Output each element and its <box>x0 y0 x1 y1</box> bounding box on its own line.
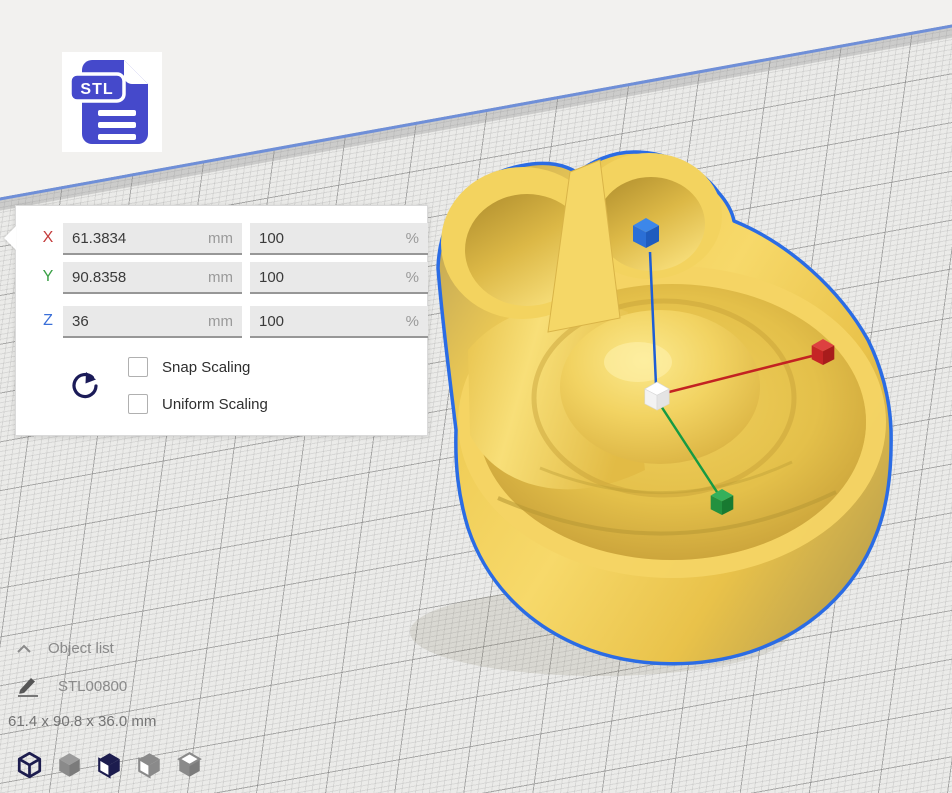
scale-x-size-input[interactable] <box>72 230 204 247</box>
scale-z-percent-unit: % <box>406 313 419 330</box>
scale-y-size-unit: mm <box>208 269 233 286</box>
cube-wireframe-icon <box>15 747 44 783</box>
axis-z-label: Z <box>40 312 56 330</box>
scale-y-percent-field[interactable]: % <box>250 262 428 294</box>
scale-x-percent-field[interactable]: % <box>250 223 428 255</box>
scale-z-size-unit: mm <box>208 313 233 330</box>
uniform-scaling-option: Uniform Scaling <box>128 394 268 414</box>
snap-scaling-label: Snap Scaling <box>162 359 250 376</box>
scale-x-percent-unit: % <box>406 230 419 247</box>
cube-left-face-icon <box>135 747 164 783</box>
view-top-button[interactable] <box>95 747 124 783</box>
snap-scaling-option: Snap Scaling <box>128 357 250 377</box>
model-dimensions-label: 61.4 x 90.8 x 36.0 mm <box>8 713 156 730</box>
object-list-item[interactable]: STL00800 <box>16 675 156 697</box>
object-list-panel: Object list STL00800 61.4 x 90.8 x 36.0 … <box>8 640 156 730</box>
object-list-header[interactable]: Object list <box>16 640 156 657</box>
stl-file-icon[interactable]: STL <box>62 52 162 152</box>
object-list-title: Object list <box>48 640 114 657</box>
view-mode-toolbar <box>15 747 204 783</box>
scale-tool-panel: X mm % Y mm % Z mm <box>15 205 428 436</box>
reset-arrow-icon <box>68 369 102 403</box>
scale-x-percent-input[interactable] <box>259 230 402 247</box>
scale-y-size-input[interactable] <box>72 269 204 286</box>
cube-solid-icon <box>55 747 84 783</box>
view-right-button[interactable] <box>175 747 204 783</box>
pencil-icon <box>16 675 40 697</box>
panel-pointer-arrow <box>4 226 16 250</box>
scale-x-size-field[interactable]: mm <box>63 223 242 255</box>
axis-y-label: Y <box>40 268 56 286</box>
scale-row-z: Z mm % <box>16 306 427 338</box>
scale-y-size-field[interactable]: mm <box>63 262 242 294</box>
scale-row-y: Y mm % <box>16 262 427 294</box>
stl-badge-label: STL <box>80 81 113 98</box>
scale-z-percent-input[interactable] <box>259 313 402 330</box>
uniform-scaling-label: Uniform Scaling <box>162 396 268 413</box>
scale-row-x: X mm % <box>16 223 427 255</box>
scale-x-size-unit: mm <box>208 230 233 247</box>
view-front-button[interactable] <box>55 747 84 783</box>
dome-highlight <box>604 342 672 382</box>
view-3d-button[interactable] <box>15 747 44 783</box>
stl-document-icon: STL <box>62 52 162 152</box>
uniform-scaling-checkbox[interactable] <box>128 394 148 414</box>
snap-scaling-checkbox[interactable] <box>128 357 148 377</box>
cube-front-face-icon <box>95 747 124 783</box>
object-item-name: STL00800 <box>58 678 127 695</box>
scale-z-percent-field[interactable]: % <box>250 306 428 338</box>
scale-y-percent-input[interactable] <box>259 269 402 286</box>
cube-top-face-icon <box>175 747 204 783</box>
viewport-3d[interactable]: STL X mm % Y mm <box>0 0 952 793</box>
scale-y-percent-unit: % <box>406 269 419 286</box>
axis-x-label: X <box>40 229 56 247</box>
chevron-up-icon <box>16 644 32 654</box>
view-left-button[interactable] <box>135 747 164 783</box>
scale-z-size-field[interactable]: mm <box>63 306 242 338</box>
scale-z-size-input[interactable] <box>72 313 204 330</box>
reset-scale-button[interactable] <box>68 369 102 403</box>
